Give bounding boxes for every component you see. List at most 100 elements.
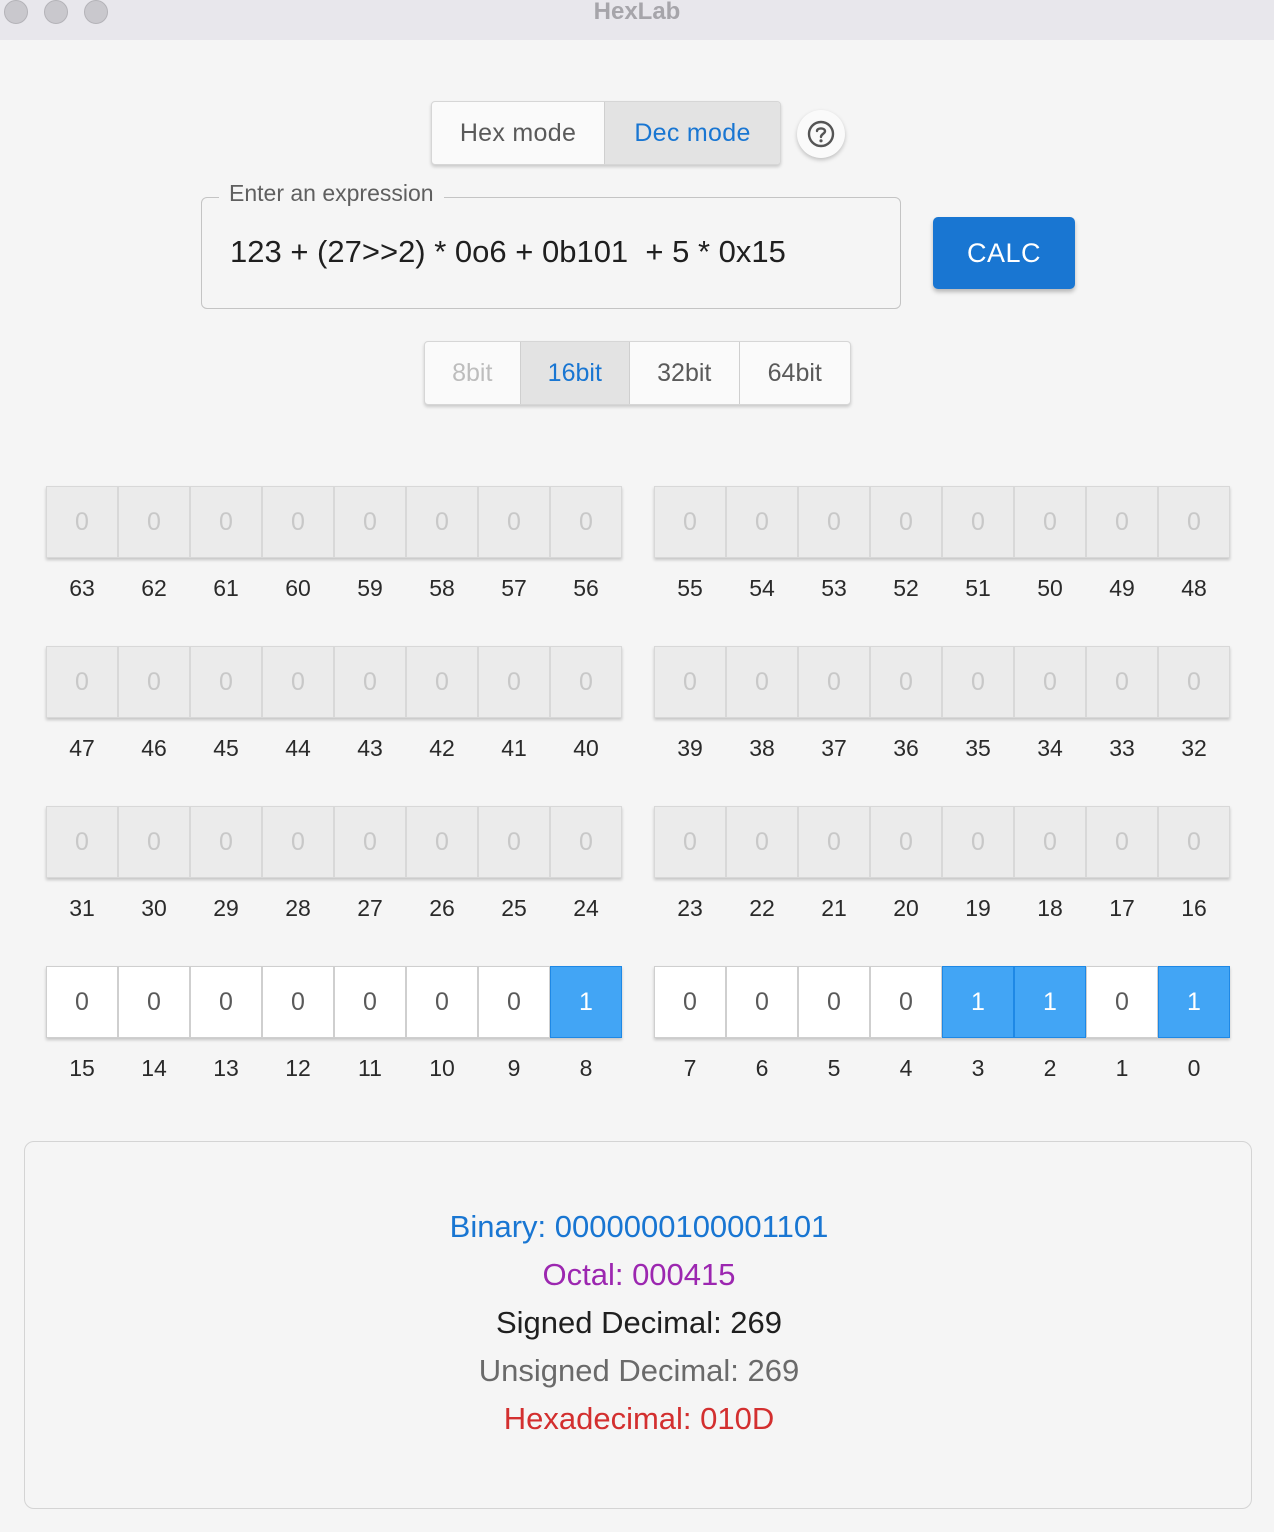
bit-59-toggle: 0	[334, 486, 406, 558]
bit-38-toggle: 0	[726, 646, 798, 718]
bit-36-toggle: 0	[870, 646, 942, 718]
bit-51-toggle: 0	[942, 486, 1014, 558]
bit-31-toggle: 0	[46, 806, 118, 878]
bit-13-index-label: 13	[213, 1055, 239, 1081]
dec-mode-button[interactable]: Dec mode	[605, 102, 780, 164]
binary-result: Binary: 0000000100001101	[449, 1209, 829, 1244]
bit-18-toggle: 0	[1014, 806, 1086, 878]
bit-9-toggle[interactable]: 0	[478, 966, 550, 1038]
bit-26-toggle: 0	[406, 806, 478, 878]
bit-15-index-label: 15	[69, 1055, 95, 1081]
bit-47-toggle: 0	[46, 646, 118, 718]
8bit-button: 8bit	[425, 342, 521, 404]
bit-46-index-label: 46	[141, 735, 167, 761]
bit-41-index-label: 41	[501, 735, 527, 761]
bit-19-toggle: 0	[942, 806, 1014, 878]
bit-41-toggle: 0	[478, 646, 550, 718]
bit-29-toggle: 0	[190, 806, 262, 878]
bit-1-toggle[interactable]: 0	[1086, 966, 1158, 1038]
expression-input[interactable]	[230, 228, 880, 276]
bit-27-toggle: 0	[334, 806, 406, 878]
bit-50-index-label: 50	[1037, 575, 1063, 601]
window-title: HexLab	[593, 0, 681, 25]
bit-51-index-label: 51	[965, 575, 991, 601]
bit-2-index-label: 2	[1043, 1055, 1057, 1081]
bit-19-index-label: 19	[965, 895, 991, 921]
bit-32-index-label: 32	[1181, 735, 1207, 761]
bit-11-toggle[interactable]: 0	[334, 966, 406, 1038]
bit-44-index-label: 44	[285, 735, 311, 761]
bit-36-index-label: 36	[893, 735, 919, 761]
bit-21-index-label: 21	[821, 895, 847, 921]
bit-53-index-label: 53	[821, 575, 847, 601]
bit-11-index-label: 11	[358, 1055, 382, 1081]
bit-63-index-label: 63	[69, 575, 95, 601]
bit-28-index-label: 28	[285, 895, 311, 921]
bit-4-index-label: 4	[899, 1055, 913, 1081]
bit-15-toggle[interactable]: 0	[46, 966, 118, 1038]
bit-62-toggle: 0	[118, 486, 190, 558]
bit-24-index-label: 24	[573, 895, 599, 921]
signed-decimal-result: Signed Decimal: 269	[495, 1305, 783, 1340]
bit-57-toggle: 0	[478, 486, 550, 558]
calc-button[interactable]: CALC	[933, 217, 1075, 289]
bit-22-toggle: 0	[726, 806, 798, 878]
bit-width-toggle-group: 8bit 16bit 32bit 64bit	[424, 341, 851, 405]
bit-54-toggle: 0	[726, 486, 798, 558]
bit-50-toggle: 0	[1014, 486, 1086, 558]
bit-8-toggle[interactable]: 1	[550, 966, 622, 1038]
bit-55-index-label: 55	[677, 575, 703, 601]
bit-4-toggle[interactable]: 0	[870, 966, 942, 1038]
bit-6-toggle[interactable]: 0	[726, 966, 798, 1038]
bit-23-toggle: 0	[654, 806, 726, 878]
bit-14-toggle[interactable]: 0	[118, 966, 190, 1038]
bit-49-index-label: 49	[1109, 575, 1135, 601]
bit-12-index-label: 12	[285, 1055, 311, 1081]
bit-0-toggle[interactable]: 1	[1158, 966, 1230, 1038]
bit-13-toggle[interactable]: 0	[190, 966, 262, 1038]
bit-34-index-label: 34	[1037, 735, 1063, 761]
bit-57-index-label: 57	[501, 575, 527, 601]
bit-20-index-label: 20	[893, 895, 919, 921]
bit-5-toggle[interactable]: 0	[798, 966, 870, 1038]
bit-25-index-label: 25	[501, 895, 527, 921]
bit-7-toggle[interactable]: 0	[654, 966, 726, 1038]
64bit-button[interactable]: 64bit	[740, 342, 850, 404]
app-window: HexLab Hex mode Dec mode Enter an expres…	[0, 0, 1274, 1532]
bit-12-toggle[interactable]: 0	[262, 966, 334, 1038]
bit-40-toggle: 0	[550, 646, 622, 718]
bit-44-toggle: 0	[262, 646, 334, 718]
bit-17-toggle: 0	[1086, 806, 1158, 878]
32bit-button[interactable]: 32bit	[630, 342, 740, 404]
bit-48-index-label: 48	[1181, 575, 1207, 601]
bit-24-toggle: 0	[550, 806, 622, 878]
bit-3-toggle[interactable]: 1	[942, 966, 1014, 1038]
help-button[interactable]	[797, 110, 845, 158]
bit-45-index-label: 45	[213, 735, 239, 761]
bit-2-toggle[interactable]: 1	[1014, 966, 1086, 1038]
bit-43-toggle: 0	[334, 646, 406, 718]
mode-toggle-group: Hex mode Dec mode	[431, 101, 781, 165]
16bit-button[interactable]: 16bit	[520, 342, 631, 404]
bit-16-index-label: 16	[1181, 895, 1207, 921]
hex-mode-button[interactable]: Hex mode	[432, 102, 606, 164]
bit-20-toggle: 0	[870, 806, 942, 878]
bit-39-index-label: 39	[677, 735, 703, 761]
bit-37-toggle: 0	[798, 646, 870, 718]
unsigned-decimal-result: Unsigned Decimal: 269	[478, 1353, 800, 1388]
bit-10-toggle[interactable]: 0	[406, 966, 478, 1038]
bit-58-index-label: 58	[429, 575, 455, 601]
bit-28-toggle: 0	[262, 806, 334, 878]
bit-7-index-label: 7	[683, 1055, 697, 1081]
bit-18-index-label: 18	[1037, 895, 1063, 921]
bit-3-index-label: 3	[971, 1055, 985, 1081]
bit-39-toggle: 0	[654, 646, 726, 718]
bit-42-toggle: 0	[406, 646, 478, 718]
title-bar: HexLab	[0, 0, 1274, 40]
bit-5-index-label: 5	[827, 1055, 841, 1081]
bit-47-index-label: 47	[69, 735, 95, 761]
bit-22-index-label: 22	[749, 895, 775, 921]
bit-37-index-label: 37	[821, 735, 847, 761]
bit-40-index-label: 40	[573, 735, 599, 761]
bit-43-index-label: 43	[357, 735, 383, 761]
